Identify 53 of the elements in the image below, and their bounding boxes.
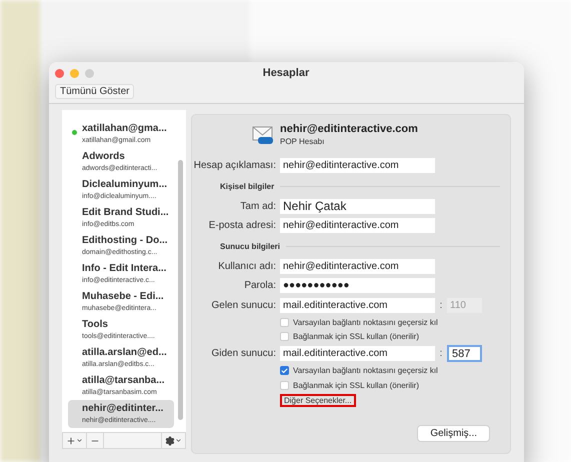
section-heading: Sunucu bilgileri <box>220 242 280 250</box>
close-button[interactable] <box>55 68 64 78</box>
checkbox[interactable] <box>280 332 289 342</box>
field-label: Hesap açıklaması: <box>192 160 277 172</box>
input-field[interactable]: Nehir Çatak <box>280 198 435 214</box>
account-name: Tools <box>82 319 109 330</box>
checkbox[interactable] <box>280 318 289 327</box>
input-field[interactable]: ●●●●●●●●●●● <box>280 278 435 294</box>
account-name: nehir@editinter... <box>82 403 164 414</box>
advanced-button[interactable]: Gelişmiş... <box>417 424 490 442</box>
checkbox-label: Bağlanmak için SSL kullan (önerilir) <box>293 380 419 390</box>
field-label: Parola: <box>243 280 277 292</box>
field-label: Tam ad: <box>239 200 277 212</box>
checkbox-label: Varsayılan bağlantı noktasını geçersiz kıl <box>293 366 438 376</box>
input-field[interactable]: nehir@editinteractive.com <box>280 258 435 274</box>
show-all-button[interactable]: Tümünü Göster <box>55 84 134 99</box>
checkbox[interactable] <box>280 380 289 390</box>
input-field[interactable]: nehir@editinteractive.com <box>280 218 435 234</box>
account-name: atilla.arslan@ed... <box>82 347 168 358</box>
envelope-icon <box>252 124 274 144</box>
checkbox-label: Bağlanmak için SSL kullan (önerilir) <box>293 332 419 342</box>
window-title: Hesaplar <box>262 67 310 79</box>
field-label: E-posta adresi: <box>208 220 277 232</box>
account-name: Edit Brand Studi... <box>82 207 170 218</box>
more-options-link[interactable]: Diğer Seçenekler... <box>280 394 356 407</box>
account-name: Adwords <box>82 151 126 162</box>
checkbox-label: Varsayılan bağlantı noktasını geçersiz kıl <box>293 318 438 327</box>
field-label: Giden sunucu: <box>210 348 277 360</box>
account-name: Diclealuminyum... <box>82 179 168 190</box>
scrollbar-thumb[interactable] <box>178 160 183 420</box>
input-field[interactable]: nehir@editinteractive.com <box>280 158 435 174</box>
chevron-down-icon <box>175 437 182 444</box>
server-field[interactable]: mail.editinteractive.com <box>280 298 435 313</box>
port-field[interactable]: 587 <box>447 345 482 362</box>
account-title: nehir@editinteractive.com <box>280 123 418 135</box>
account-name: atilla@tarsanba... <box>82 375 166 386</box>
checkbox[interactable] <box>280 366 289 376</box>
account-name: Edithosting - Do... <box>82 235 169 246</box>
chevron-down-icon <box>76 437 83 444</box>
minimize-button[interactable] <box>70 68 79 78</box>
account-name: Muhasebe - Edi... <box>82 291 165 302</box>
gear-icon <box>165 436 175 446</box>
account-name: xatillahan@gma... <box>82 123 168 134</box>
field-label: Kullanıcı adı: <box>217 260 277 272</box>
port-separator: : <box>438 348 444 360</box>
account-type: POP Hesabı <box>280 137 326 146</box>
zoom-button[interactable] <box>85 68 94 78</box>
account-name: Info - Edit Intera... <box>82 263 168 274</box>
server-field[interactable]: mail.editinteractive.com <box>280 346 435 362</box>
plus-icon <box>66 436 76 446</box>
section-heading: Kişisel bilgiler <box>220 182 274 190</box>
port-separator: : <box>438 300 444 311</box>
field-label: Gelen sunucu: <box>210 300 277 311</box>
